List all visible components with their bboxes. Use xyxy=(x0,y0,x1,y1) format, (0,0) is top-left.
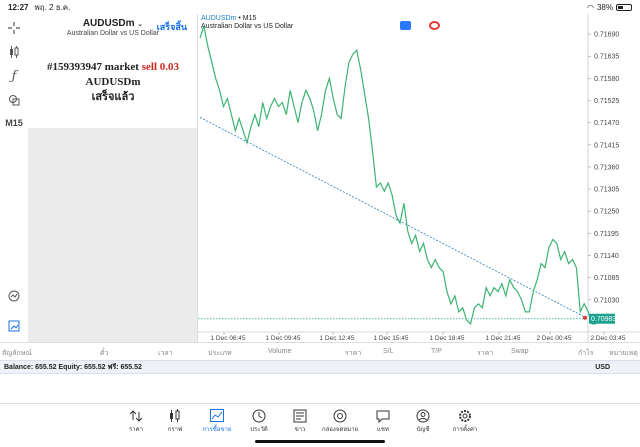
x-tick-label: 2 Dec 00:45 xyxy=(536,335,571,342)
y-tick-label: 0.71250 xyxy=(594,209,619,216)
y-tick-label: 0.71470 xyxy=(594,120,619,127)
trade-panel-icon[interactable] xyxy=(4,316,24,336)
order-message: #159393947 market sell 0.03 AUDUSDm เสร็… xyxy=(28,60,198,105)
chat-icon xyxy=(376,410,390,424)
terminal-column-header[interactable]: Volume xyxy=(268,348,291,355)
order-result-panel: AUDUSDm ⌄ Australian Dollar vs US Dollar… xyxy=(28,14,198,342)
x-tick-label: 1 Dec 12:45 xyxy=(319,335,354,342)
price-chart[interactable]: AUDUSDm • M15 Australian Dollar vs US Do… xyxy=(198,14,640,342)
balance-text: Balance: 655.52 Equity: 655.52 ฟรี: 655.… xyxy=(4,363,142,371)
arrows-up-down-icon xyxy=(129,410,143,422)
nav-item[interactable]: ราคา xyxy=(116,408,156,434)
zoom-icon[interactable] xyxy=(4,286,24,306)
y-tick-label: 0.71030 xyxy=(594,297,619,304)
nav-item[interactable]: แชท xyxy=(363,408,403,434)
history-icon xyxy=(252,409,266,423)
y-tick-label: 0.71415 xyxy=(594,142,619,149)
trade-chart-icon xyxy=(210,409,224,422)
terminal-column-header[interactable]: ราคา xyxy=(345,348,361,359)
terminal-column-header[interactable]: S/L xyxy=(383,348,394,355)
sell-order-marker xyxy=(583,315,587,320)
settings-icon xyxy=(459,410,471,422)
nav-item[interactable]: ข่าว xyxy=(280,408,320,434)
y-tick-label: 0.71525 xyxy=(594,98,619,105)
x-tick-label: 1 Dec 06:45 xyxy=(210,335,245,342)
chart-toolbar: ƒ M15 xyxy=(0,14,28,342)
status-time: 12:27 xyxy=(8,2,29,12)
x-tick-label: 1 Dec 15:45 xyxy=(373,335,408,342)
order-status: เสร็จแล้ว xyxy=(91,91,135,103)
nav-item[interactable]: บัญชี xyxy=(403,408,443,434)
y-tick-label: 0.71690 xyxy=(594,32,619,39)
news-icon xyxy=(293,409,307,423)
order-symbol: AUDUSDm xyxy=(85,76,141,88)
home-indicator[interactable] xyxy=(255,440,385,443)
terminal-header: สัญลักษณ์ ตั๋ว เวลา ประเภท Volume ราคา S/L T/P ร… xyxy=(0,342,640,360)
terminal-column-header[interactable]: สัญลักษณ์ xyxy=(2,348,32,359)
terminal-column-header[interactable]: หมายเหตุ xyxy=(609,348,638,359)
nav-label: กล่องจดหมาย xyxy=(321,427,359,433)
nav-label: การตั้งค่า xyxy=(452,427,478,433)
nav-label: การซื้อขาย xyxy=(202,427,232,433)
terminal-column-header[interactable]: T/P xyxy=(431,348,442,355)
nav-label: แชท xyxy=(377,427,389,433)
nav-label: ข่าว xyxy=(294,427,306,433)
terminal-column-header[interactable]: ตั๋ว xyxy=(100,348,108,359)
x-tick-label: 2 Dec 03:45 xyxy=(590,335,625,342)
status-right: ◠ 38% xyxy=(587,3,632,12)
balance-currency: USD xyxy=(595,363,610,371)
candlestick-icon xyxy=(170,409,180,422)
x-tick-label: 1 Dec 09:45 xyxy=(265,335,300,342)
crosshair-icon[interactable] xyxy=(4,18,24,38)
x-tick-label: 1 Dec 21:45 xyxy=(485,335,520,342)
y-tick-label: 0.71580 xyxy=(594,76,619,83)
terminal-column-header[interactable]: ประเภท xyxy=(208,348,232,359)
x-tick-label: 1 Dec 18:45 xyxy=(429,335,464,342)
nav-item[interactable]: กล่องจดหมาย xyxy=(320,408,360,434)
nav-item[interactable]: การซื้อขาย xyxy=(197,408,237,434)
chart-canvas: 0.71690 0.71635 0.71580 0.71525 0.71470 0.714… xyxy=(198,14,640,342)
status-bar: 12:27 พฤ. 2 ธ.ค. ◠ 38% xyxy=(0,0,640,14)
nav-item[interactable]: ประวัติ xyxy=(239,408,279,434)
terminal-column-header[interactable]: Swap xyxy=(511,348,529,355)
function-icon[interactable]: ƒ xyxy=(4,66,24,86)
balance-row: Balance: 655.52 Equity: 655.52 ฟรี: 655.… xyxy=(0,360,640,374)
y-tick-label: 0.71305 xyxy=(594,187,619,194)
terminal-column-header[interactable]: เวลา xyxy=(158,348,173,359)
chevron-down-icon: ⌄ xyxy=(137,21,144,28)
nav-item[interactable]: กราฟ xyxy=(155,408,195,434)
account-icon xyxy=(416,409,430,423)
y-tick-label: 0.71635 xyxy=(594,54,619,61)
y-tick-label: 0.71360 xyxy=(594,164,619,171)
app-root: 12:27 พฤ. 2 ธ.ค. ◠ 38% ƒ M15 AUDUSDm ⌄ A… xyxy=(0,0,640,447)
terminal-column-header[interactable]: ราคา xyxy=(477,348,493,359)
battery-percent: 38% xyxy=(596,2,613,12)
order-id: #159393947 market xyxy=(47,61,139,73)
wifi-icon: ◠ xyxy=(587,2,594,12)
battery-icon xyxy=(616,3,632,11)
indicator-candles-icon[interactable] xyxy=(4,42,24,62)
done-button[interactable]: เสร็จสิ้น xyxy=(157,20,187,34)
y-tick-label: 0.71085 xyxy=(594,275,619,282)
price-series-line xyxy=(199,25,596,326)
trend-line xyxy=(199,117,589,320)
mailbox-icon xyxy=(333,409,347,423)
nav-label: ประวัติ xyxy=(250,427,268,433)
nav-label: ราคา xyxy=(129,427,143,433)
objects-icon[interactable] xyxy=(4,90,24,110)
order-result-card: AUDUSDm ⌄ Australian Dollar vs US Dollar… xyxy=(28,14,197,128)
y-tick-label: 0.71195 xyxy=(594,231,619,238)
terminal-column-header[interactable]: กำไร xyxy=(578,348,593,359)
status-date: พฤ. 2 ธ.ค. xyxy=(34,2,71,12)
current-price-label: 0.70983 xyxy=(591,316,616,323)
timeframe-button[interactable]: M15 xyxy=(5,118,23,128)
nav-label: กราฟ xyxy=(167,427,183,433)
nav-item[interactable]: การตั้งค่า xyxy=(445,408,485,434)
nav-label: บัญชี xyxy=(416,427,430,433)
order-side: sell 0.03 xyxy=(141,61,179,73)
y-tick-label: 0.71140 xyxy=(594,253,619,260)
symbol-name: AUDUSDm xyxy=(82,18,135,29)
